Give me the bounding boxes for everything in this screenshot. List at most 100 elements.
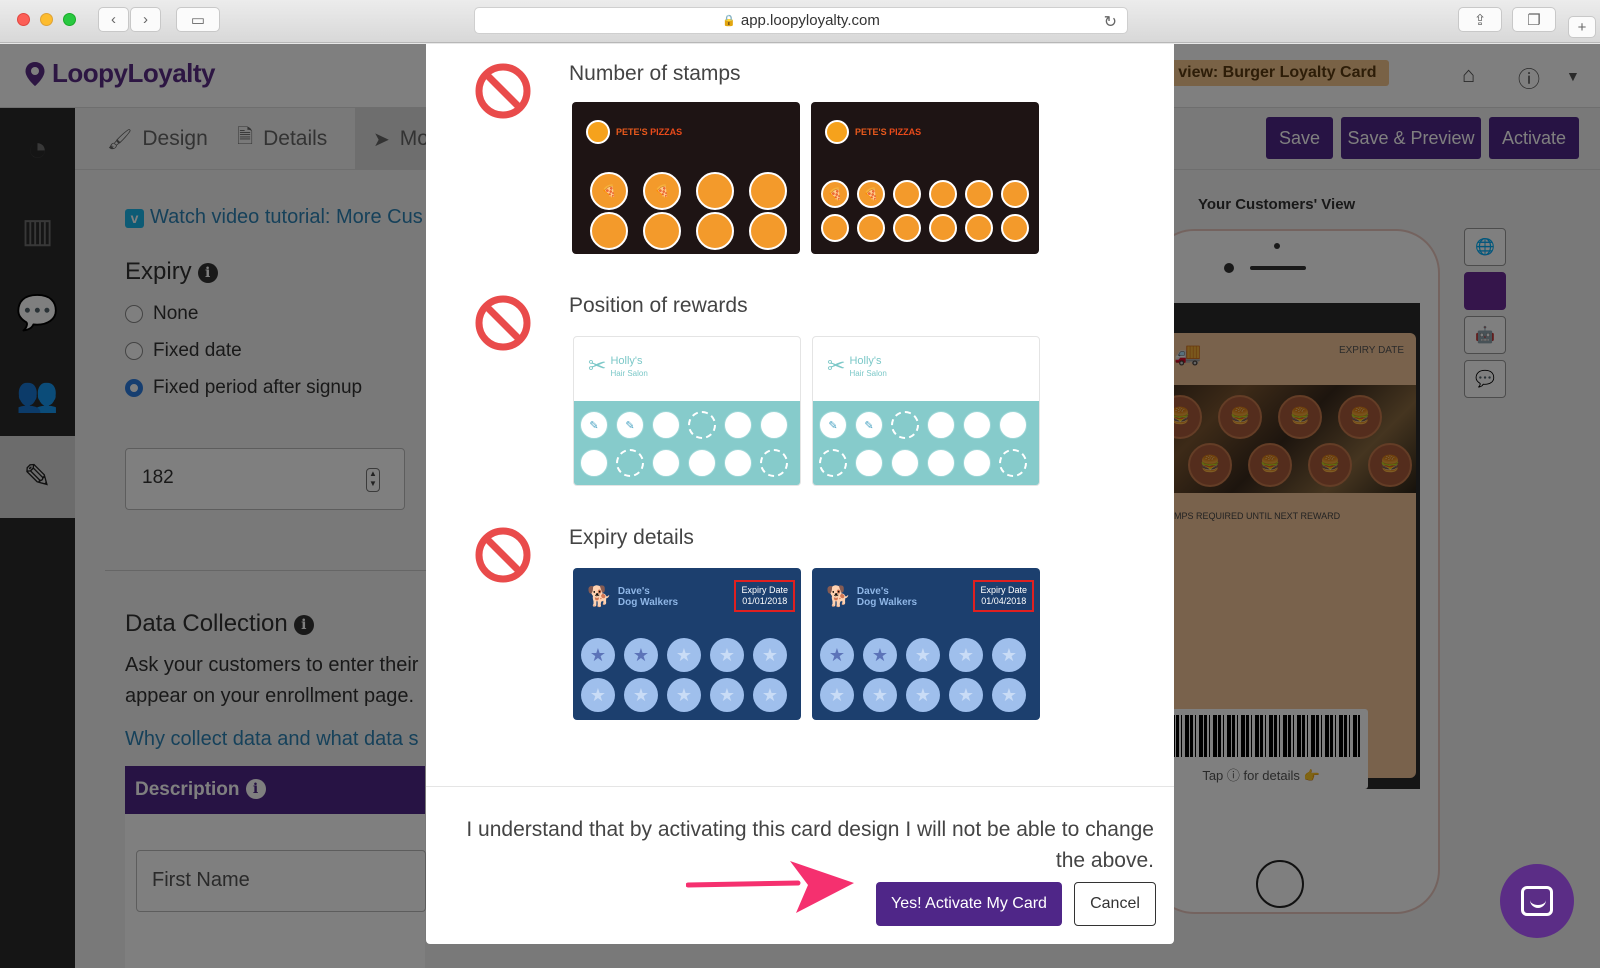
dog-name-2: Dog Walkers [856, 597, 918, 608]
expiry-date-box: Expiry Date 01/04/2018 [973, 580, 1034, 612]
salon-stamp [891, 449, 919, 477]
salon-stamp [724, 411, 752, 439]
expiry-label: Expiry Date [741, 585, 788, 595]
salon-logo: ✂ Holly's Hair Salon [588, 355, 648, 379]
dog-stamp: ★ [949, 678, 983, 712]
reload-icon[interactable]: ↻ [1104, 12, 1117, 32]
dog-name-1: Dave's [856, 586, 889, 597]
cancel-button[interactable]: Cancel [1074, 882, 1156, 926]
pizza-stamp [857, 214, 885, 242]
share-icon: ⇪ [1473, 11, 1487, 29]
address-bar[interactable]: 🔒 app.loopyloyalty.com ↻ [474, 7, 1128, 34]
chevron-left-icon: ‹ [111, 11, 116, 28]
dog-stamp: ★ [906, 678, 940, 712]
salon-stamp [724, 449, 752, 477]
plus-icon: + [1577, 18, 1587, 36]
dog-card-a: 🐕 Dave's Dog Walkers Expiry Date 01/01/2018… [573, 568, 801, 720]
dog-card-b: 🐕 Dave's Dog Walkers Expiry Date 01/04/2018… [812, 568, 1040, 720]
row-title-position-of-rewards: Position of rewards [569, 294, 748, 317]
dog-name-1: Dave's [617, 586, 650, 597]
pizza-brand: PETE'S PIZZAS [825, 120, 921, 144]
support-chat-button[interactable] [1500, 864, 1574, 938]
expiry-date: 01/01/2018 [742, 596, 788, 606]
url-text: app.loopyloyalty.com [740, 12, 880, 29]
salon-logo: ✂ Holly's Hair Salon [827, 355, 887, 379]
salon-sub: Hair Salon [849, 369, 887, 378]
prohibited-icon [475, 295, 531, 351]
yes-activate-button[interactable]: Yes! Activate My Card [876, 882, 1062, 926]
pizza-stamp: 🍕 [857, 180, 885, 208]
salon-stamp [927, 411, 955, 439]
dog-stamp: ★ [753, 678, 787, 712]
dog-stamp: ★ [906, 638, 940, 672]
dog-brand: 🐕 Dave's Dog Walkers [826, 586, 917, 608]
tabs-icon: ❐ [1527, 11, 1541, 29]
forward-button[interactable]: › [130, 7, 161, 32]
pizza-stamp [965, 214, 993, 242]
brand-text-a: PETE'S [616, 127, 648, 137]
pizza-stamp [749, 172, 787, 210]
pizza-stamp [1001, 214, 1029, 242]
brand-text-b: PIZZAS [650, 127, 683, 137]
salon-stamp [855, 449, 883, 477]
salon-reward-slot [891, 411, 919, 439]
pizza-logo-icon [825, 120, 849, 144]
back-button[interactable]: ‹ [98, 7, 129, 32]
pizza-logo-icon [586, 120, 610, 144]
pizza-stamp [893, 180, 921, 208]
dog-stamp: ★ [581, 678, 615, 712]
pizza-stamp: 🍕 [590, 172, 628, 210]
prohibited-icon [475, 527, 531, 583]
salon-name: Holly's [849, 355, 882, 367]
dog-stamp: ★ [992, 678, 1026, 712]
salon-stamp [927, 449, 955, 477]
pizza-stamp [929, 214, 957, 242]
salon-stamp: ✎ [819, 411, 847, 439]
dog-brand: 🐕 Dave's Dog Walkers [587, 586, 678, 608]
pizza-stamp [965, 180, 993, 208]
salon-reward-slot [999, 449, 1027, 477]
pointer-arrow-annotation [686, 861, 854, 913]
expiry-date-box: Expiry Date 01/01/2018 [734, 580, 795, 612]
dog-stamp: ★ [820, 638, 854, 672]
pizza-stamp [821, 214, 849, 242]
salon-stamp [999, 411, 1027, 439]
salon-reward-slot [819, 449, 847, 477]
minimize-window-button[interactable] [40, 13, 53, 26]
scissors-icon: ✂ [588, 353, 607, 378]
salon-reward-slot [760, 449, 788, 477]
expiry-label: Expiry Date [980, 585, 1027, 595]
salon-stamp [963, 411, 991, 439]
zoom-window-button[interactable] [63, 13, 76, 26]
dog-stamp: ★ [863, 638, 897, 672]
dog-icon: 🐕 [587, 585, 612, 608]
pizza-brand: PETE'S PIZZAS [586, 120, 682, 144]
pizza-card-8-stamps: PETE'S PIZZAS 🍕 🍕 [572, 102, 800, 254]
salon-stamp: ✎ [855, 411, 883, 439]
salon-stamp [652, 449, 680, 477]
pizza-stamp [749, 212, 787, 250]
salon-stamp-band: ✎ ✎ [813, 401, 1039, 485]
dog-stamp: ★ [710, 638, 744, 672]
pizza-stamp [696, 212, 734, 250]
close-window-button[interactable] [17, 13, 30, 26]
dog-stamp: ★ [820, 678, 854, 712]
dog-stamp: ★ [581, 638, 615, 672]
salon-stamp [963, 449, 991, 477]
dog-icon: 🐕 [826, 585, 851, 608]
sidebar-toggle-button[interactable]: ▭ [176, 7, 220, 32]
salon-stamp [688, 449, 716, 477]
page: { "browser": { "url": "app.loopyloyalty.… [0, 0, 1600, 968]
pizza-stamp [1001, 180, 1029, 208]
pizza-stamp [893, 214, 921, 242]
dog-stamp: ★ [753, 638, 787, 672]
scissors-icon: ✂ [827, 353, 846, 378]
dog-stamp: ★ [624, 678, 658, 712]
row-title-expiry-details: Expiry details [569, 526, 694, 549]
share-button[interactable]: ⇪ [1458, 7, 1502, 32]
new-tab-button[interactable]: + [1568, 16, 1596, 38]
pizza-stamp [696, 172, 734, 210]
tabs-overview-button[interactable]: ❐ [1512, 7, 1556, 32]
lock-icon: 🔒 [722, 15, 736, 27]
salon-card-b: ✂ Holly's Hair Salon ✎ ✎ [812, 336, 1040, 486]
